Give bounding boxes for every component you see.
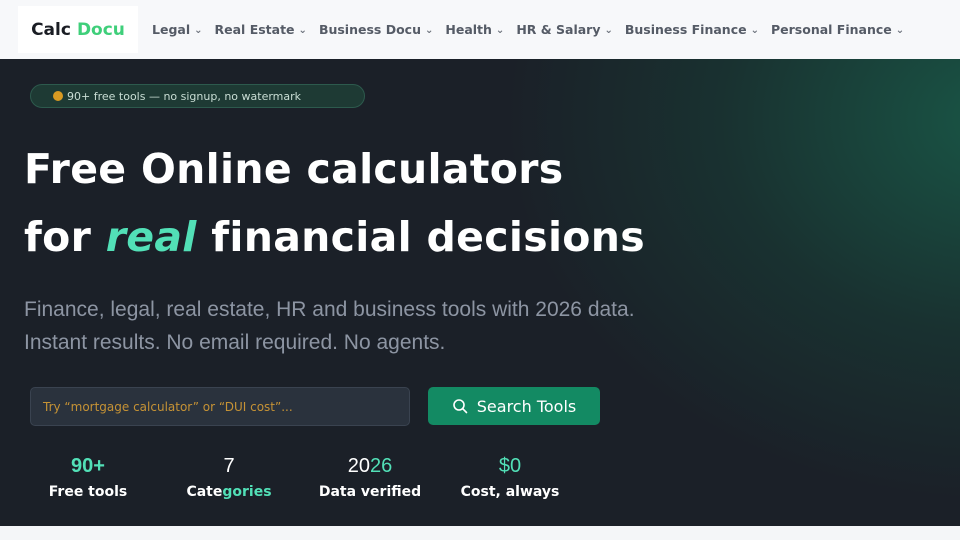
nav-item-health[interactable]: Health ⌄: [445, 22, 504, 37]
stat-label: Data verified: [318, 484, 422, 500]
stat-label-part2: gories: [222, 484, 272, 500]
stat-value: 90+: [71, 455, 105, 477]
nav-item-business-docu[interactable]: Business Docu ⌄: [319, 22, 433, 37]
headline-accent-word: real: [105, 213, 197, 261]
nav-item-label: Legal: [152, 22, 191, 37]
stat-categories: 7 Categories: [184, 454, 274, 500]
brand-name-part1: Calc: [31, 19, 71, 40]
stat-cost: $0 Cost, always: [460, 454, 560, 500]
stat-label: Categories: [184, 484, 274, 500]
chevron-down-icon: ⌄: [194, 25, 203, 36]
hero-headline-line2: for real financial decisions: [24, 213, 645, 261]
hero-subtitle-line1: Finance, legal, real estate, HR and busi…: [24, 298, 635, 321]
stat-label: Free tools: [48, 484, 128, 500]
chevron-down-icon: ⌄: [298, 25, 307, 36]
stat-value-part2: 26: [370, 455, 393, 477]
hero-subtitle-line2: Instant results. No email required. No a…: [24, 331, 446, 354]
stat-value: 7: [223, 455, 235, 477]
stat-label: Cost, always: [460, 484, 560, 500]
nav-item-label: Health: [445, 22, 492, 37]
search-button-label: Search Tools: [476, 396, 577, 416]
nav-item-legal[interactable]: Legal ⌄: [152, 22, 203, 37]
brand-logo[interactable]: Calc Docu: [18, 6, 138, 53]
hero-badge-text: 90+ free tools — no signup, no watermark: [67, 89, 302, 103]
nav-item-hr-salary[interactable]: HR & Salary ⌄: [516, 22, 613, 37]
stat-value: 2026: [318, 454, 422, 478]
nav-item-label: HR & Salary: [516, 22, 601, 37]
stat-value: $0: [498, 455, 522, 477]
chevron-down-icon: ⌄: [750, 25, 759, 36]
headline-word-for: for: [24, 213, 92, 261]
nav-item-label: Business Finance: [624, 22, 747, 37]
nav-item-label: Business Docu: [318, 22, 421, 37]
nav-menu: Legal ⌄ Real Estate ⌄ Business Docu ⌄ He…: [152, 0, 916, 59]
stat-free-tools: 90+ Free tools: [48, 454, 128, 500]
search-tools-button[interactable]: Search Tools: [428, 387, 600, 425]
nav-item-business-finance[interactable]: Business Finance ⌄: [625, 22, 759, 37]
top-navbar: Calc Docu Legal ⌄ Real Estate ⌄ Business…: [0, 0, 960, 59]
search-input[interactable]: Try “mortgage calculator” or “DUI cost”.…: [30, 387, 410, 426]
nav-item-label: Personal Finance: [770, 22, 892, 37]
stat-label-part1: Cate: [186, 484, 223, 500]
chevron-down-icon: ⌄: [424, 25, 434, 36]
chevron-down-icon: ⌄: [895, 25, 905, 36]
search-placeholder: Try “mortgage calculator” or “DUI cost”.…: [43, 399, 293, 414]
brand-name-part2: Docu: [76, 19, 125, 40]
status-dot-icon: [53, 91, 63, 101]
headline-word-rest: financial decisions: [211, 213, 645, 261]
search-icon: [452, 399, 468, 414]
chevron-down-icon: ⌄: [604, 25, 613, 36]
chevron-down-icon: ⌄: [495, 25, 505, 36]
stat-value-part1: 20: [347, 455, 370, 477]
nav-item-real-estate[interactable]: Real Estate ⌄: [215, 22, 307, 37]
hero-headline-line1: Free Online calculators: [24, 145, 564, 193]
page-bottom-strip: [0, 526, 960, 540]
stat-data-verified: 2026 Data verified: [318, 454, 422, 500]
nav-item-label: Real Estate: [214, 22, 295, 37]
nav-item-personal-finance[interactable]: Personal Finance ⌄: [771, 22, 904, 37]
hero-section: 90+ free tools — no signup, no watermark…: [0, 59, 960, 526]
hero-badge: 90+ free tools — no signup, no watermark: [30, 84, 365, 108]
